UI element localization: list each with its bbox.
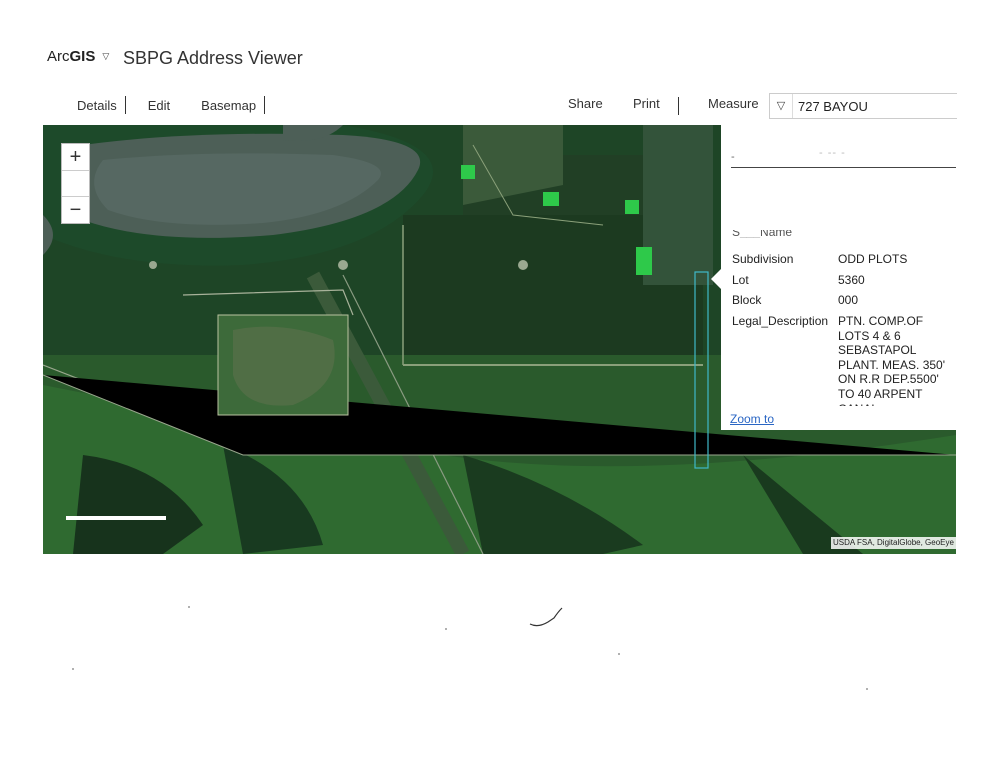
basemap-button[interactable]: Basemap	[201, 98, 256, 113]
page-title: SBPG Address Viewer	[123, 48, 303, 68]
pen-mark	[529, 607, 563, 627]
field-label-block: Block	[732, 293, 762, 307]
chevron-down-icon: ▽	[102, 51, 110, 61]
field-value-legal-description: PTN. COMP.OF LOTS 4 & 6 SEBASTAPOL PLANT…	[838, 314, 946, 406]
field-label-legal-description: Legal_Description	[732, 314, 829, 328]
zoom-slider[interactable]	[62, 171, 89, 197]
scan-speck	[866, 688, 868, 690]
popup-title-faint: - -- -	[819, 147, 846, 159]
field-label-lot: Lot	[732, 273, 749, 287]
popup-header: - - -- -	[731, 139, 956, 168]
zoom-out-button[interactable]: −	[62, 197, 89, 223]
field-value-lot: 5360	[838, 273, 865, 287]
search-input[interactable]: 727 BAYOU	[793, 99, 868, 114]
field-value-block: 000	[838, 293, 859, 307]
scan-speck	[618, 653, 620, 655]
arcgis-menu[interactable]: Arc GIS ▽	[47, 48, 109, 65]
scan-speck	[188, 606, 190, 608]
divider	[124, 96, 126, 114]
edit-button[interactable]: Edit	[148, 98, 170, 113]
divider	[264, 96, 266, 114]
print-button[interactable]: Print	[633, 96, 660, 111]
details-button[interactable]: Details	[77, 98, 117, 113]
field-label-subdivision: Subdivision	[732, 252, 794, 266]
search-box[interactable]: ▽ 727 BAYOU	[769, 93, 957, 119]
popup-title: -	[731, 151, 736, 163]
brand-prefix: Arc	[47, 48, 70, 65]
map-attribution: USDA FSA, DigitalGlobe, GeoEye	[831, 537, 958, 549]
feature-popup: - - -- - S___Name Subdivision ODD PLOTS …	[721, 125, 956, 430]
popup-field-cut-label: S___Name	[732, 230, 793, 238]
scan-speck	[72, 668, 74, 670]
divider	[678, 97, 679, 115]
zoom-in-button[interactable]: +	[62, 144, 89, 171]
field-value-subdivision: ODD PLOTS	[838, 252, 908, 266]
brand-bold: GIS	[69, 48, 96, 65]
measure-button[interactable]: Measure	[708, 96, 759, 111]
toolbar-left: Details Edit Basemap	[77, 96, 287, 114]
zoom-to-link[interactable]: Zoom to	[730, 412, 774, 426]
search-source-dropdown-icon[interactable]: ▽	[770, 94, 793, 118]
share-button[interactable]: Share	[568, 96, 603, 111]
scan-speck	[445, 628, 447, 630]
scale-bar	[66, 516, 166, 520]
zoom-control: + −	[61, 143, 90, 224]
